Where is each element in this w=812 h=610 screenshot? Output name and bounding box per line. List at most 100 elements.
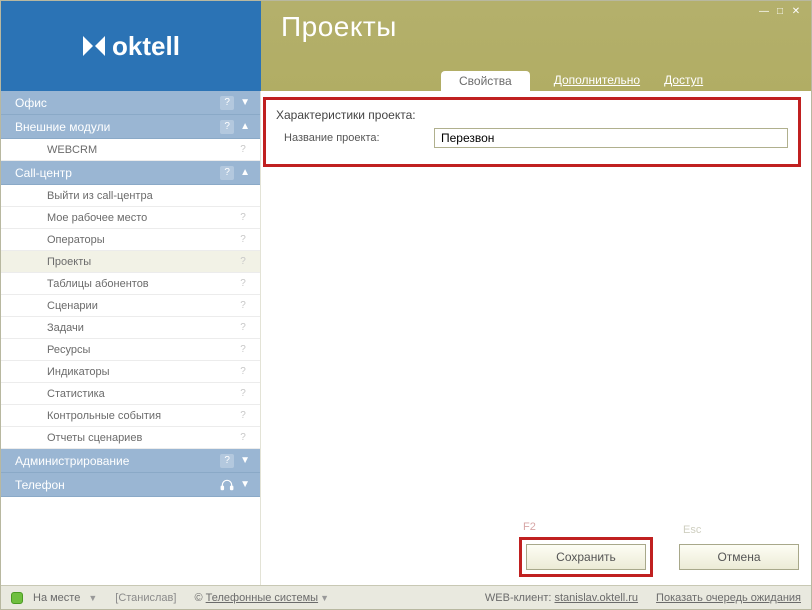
- form-heading: Характеристики проекта:: [276, 108, 788, 122]
- app-window: oktell — □ ✕ Проекты Свойства Дополнител…: [0, 0, 812, 610]
- help-icon[interactable]: ?: [236, 343, 250, 357]
- sidebar-item-label: Задачи: [47, 322, 84, 334]
- chevron-down-icon: ▼: [88, 593, 97, 603]
- tab-additional[interactable]: Дополнительно: [554, 73, 640, 91]
- sidebar-item-exit-cc[interactable]: Выйти из call-центра: [1, 185, 260, 207]
- sidebar-item-label: WEBCRM: [47, 144, 97, 156]
- sidebar-item-label: Мое рабочее место: [47, 212, 147, 224]
- cancel-button[interactable]: Отмена: [679, 544, 799, 570]
- sidebar-item-operators[interactable]: Операторы ?: [1, 229, 260, 251]
- highlighted-save: Сохранить: [519, 537, 653, 577]
- maximize-icon[interactable]: □: [773, 5, 787, 17]
- page-title: Проекты: [281, 11, 791, 43]
- status-bar: На месте ▼ [Станислав] © Телефонные сист…: [1, 585, 811, 609]
- sidebar-item-subscriber-tables[interactable]: Таблицы абонентов ?: [1, 273, 260, 295]
- help-icon[interactable]: ?: [236, 233, 250, 247]
- action-buttons: F2 Сохранить Esc Отмена: [519, 521, 799, 577]
- header: oktell — □ ✕ Проекты Свойства Дополнител…: [1, 1, 811, 91]
- close-icon[interactable]: ✕: [789, 5, 803, 17]
- help-icon[interactable]: ?: [220, 120, 234, 134]
- chevron-down-icon: ▼: [240, 479, 250, 490]
- help-icon[interactable]: ?: [236, 277, 250, 291]
- chevron-down-icon: ▼: [240, 455, 250, 466]
- cancel-col: Esc Отмена: [679, 524, 799, 577]
- save-col: F2 Сохранить: [519, 521, 653, 577]
- sidebar-item-scenario-reports[interactable]: Отчеты сценариев ?: [1, 427, 260, 449]
- help-icon[interactable]: ?: [236, 299, 250, 313]
- tab-access[interactable]: Доступ: [664, 73, 703, 91]
- sidebar-group-label: Телефон: [15, 478, 65, 492]
- sidebar: Офис ? ▼ Внешние модули ? ▲ WEBCRM ?: [1, 91, 261, 585]
- sidebar-group-label: Администрирование: [15, 454, 129, 468]
- status-web: WEB-клиент: stanislav.oktell.ru: [485, 592, 638, 604]
- sidebar-group-office[interactable]: Офис ? ▼: [1, 91, 260, 115]
- sidebar-item-resources[interactable]: Ресурсы ?: [1, 339, 260, 361]
- status-presence[interactable]: На месте ▼: [11, 592, 97, 604]
- sidebar-item-statistics[interactable]: Статистика ?: [1, 383, 260, 405]
- sidebar-item-scenarios[interactable]: Сценарии ?: [1, 295, 260, 317]
- tab-properties[interactable]: Свойства: [441, 71, 530, 91]
- title-area: — □ ✕ Проекты Свойства Дополнительно Дос…: [261, 1, 811, 91]
- window-controls: — □ ✕: [757, 5, 803, 17]
- sidebar-group-label: Офис: [15, 96, 47, 110]
- sidebar-group-label: Call-центр: [15, 166, 72, 180]
- cancel-hint: Esc: [679, 524, 701, 536]
- sidebar-item-indicators[interactable]: Индикаторы ?: [1, 361, 260, 383]
- tabs: Свойства Дополнительно Доступ: [441, 71, 703, 91]
- sidebar-item-label: Ресурсы: [47, 344, 90, 356]
- logo-icon: [82, 34, 106, 58]
- project-name-input[interactable]: [434, 128, 788, 148]
- help-icon[interactable]: ?: [220, 96, 234, 110]
- help-icon[interactable]: ?: [220, 454, 234, 468]
- sidebar-item-label: Индикаторы: [47, 366, 110, 378]
- copyright-link[interactable]: Телефонные системы: [206, 592, 318, 604]
- web-label: WEB-клиент:: [485, 592, 552, 604]
- help-icon[interactable]: ?: [236, 431, 250, 445]
- sidebar-item-label: Сценарии: [47, 300, 98, 312]
- sidebar-item-label: Контрольные события: [47, 410, 161, 422]
- chevron-up-icon: ▲: [240, 167, 250, 178]
- help-icon[interactable]: ?: [236, 387, 250, 401]
- sidebar-item-label: Статистика: [47, 388, 105, 400]
- sidebar-group-external[interactable]: Внешние модули ? ▲: [1, 115, 260, 139]
- project-name-label: Название проекта:: [276, 132, 426, 144]
- sidebar-item-control-events[interactable]: Контрольные события ?: [1, 405, 260, 427]
- chevron-down-icon: ▼: [320, 593, 329, 603]
- sidebar-item-webcrm[interactable]: WEBCRM ?: [1, 139, 260, 161]
- sidebar-item-workplace[interactable]: Мое рабочее место ?: [1, 207, 260, 229]
- presence-label: На месте: [33, 592, 80, 604]
- chevron-down-icon: ▼: [240, 97, 250, 108]
- sidebar-group-phone[interactable]: Телефон ▼: [1, 473, 260, 497]
- presence-dot-icon: [11, 592, 23, 604]
- sidebar-group-label: Внешние модули: [15, 120, 110, 134]
- help-icon[interactable]: ?: [236, 365, 250, 379]
- status-user: [Станислав]: [115, 592, 176, 604]
- help-icon[interactable]: ?: [220, 166, 234, 180]
- help-icon[interactable]: ?: [236, 321, 250, 335]
- sidebar-group-admin[interactable]: Администрирование ? ▼: [1, 449, 260, 473]
- sidebar-item-label: Проекты: [47, 256, 91, 268]
- body: Офис ? ▼ Внешние модули ? ▲ WEBCRM ?: [1, 91, 811, 585]
- save-hint: F2: [519, 521, 536, 533]
- minimize-icon[interactable]: —: [757, 5, 771, 17]
- chevron-up-icon: ▲: [240, 121, 250, 132]
- sidebar-item-label: Отчеты сценариев: [47, 432, 142, 444]
- sidebar-item-label: Операторы: [47, 234, 105, 246]
- web-link[interactable]: stanislav.oktell.ru: [554, 592, 638, 604]
- headset-icon: [220, 478, 234, 492]
- sidebar-item-tasks[interactable]: Задачи ?: [1, 317, 260, 339]
- brand-name: oktell: [112, 31, 180, 62]
- help-icon[interactable]: ?: [236, 255, 250, 269]
- form-row-name: Название проекта:: [276, 128, 788, 148]
- queue-link[interactable]: Показать очередь ожидания: [656, 592, 801, 604]
- help-icon[interactable]: ?: [236, 211, 250, 225]
- sidebar-item-projects[interactable]: Проекты ?: [1, 251, 260, 273]
- save-button[interactable]: Сохранить: [526, 544, 646, 570]
- sidebar-item-label: Выйти из call-центра: [47, 190, 153, 202]
- help-icon[interactable]: ?: [236, 143, 250, 157]
- brand-logo: oktell: [1, 1, 261, 91]
- content-area: Характеристики проекта: Название проекта…: [261, 91, 811, 585]
- highlighted-form: Характеристики проекта: Название проекта…: [263, 97, 801, 167]
- help-icon[interactable]: ?: [236, 409, 250, 423]
- sidebar-group-callcenter[interactable]: Call-центр ? ▲: [1, 161, 260, 185]
